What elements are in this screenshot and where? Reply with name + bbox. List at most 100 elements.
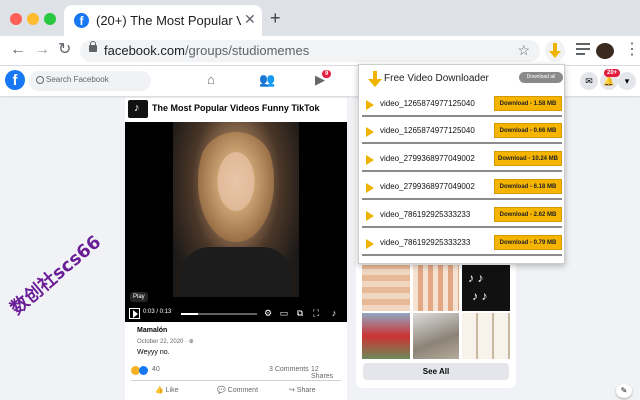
watch-badge: 9 [322,70,332,78]
video-list-item: video_2799368977049002 Download - 6.18 M… [362,176,562,200]
video-filename: video_1265874977125040 [380,126,475,135]
reactions-bar: 40 3 Comments 12 Shares [131,366,341,380]
tab-title: (20+) The Most Popular Videos Funny TikT… [96,13,241,28]
media-queue-icon[interactable] [576,43,590,55]
search-placeholder: Search Facebook [46,75,109,84]
facebook-logo[interactable]: f [5,70,25,90]
media-thumbnail[interactable] [362,265,410,311]
download-arrow-icon [368,71,382,87]
video-filename: video_786192925333233 [380,238,471,247]
media-thumbnail[interactable] [413,313,459,359]
browser-toolbar: ← → ↻ facebook.com/groups/studiomemes ☆ … [0,36,640,66]
home-icon[interactable]: ⌂ [207,72,215,87]
like-label: Like [165,387,179,394]
like-button[interactable]: 👍 Like [155,386,179,394]
browser-tab-strip: f (20+) The Most Popular Videos Funny Ti… [0,0,640,36]
browser-tab[interactable]: f (20+) The Most Popular Videos Funny Ti… [64,5,262,36]
cast-icon[interactable]: ▭ [279,308,289,318]
play-triangle-icon [366,211,374,221]
video-list-item: video_1265874977125040 Download - 1.58 M… [362,93,562,117]
post-date[interactable]: October 22, 2020 · ⊕ [137,338,194,345]
settings-gear-icon[interactable]: ⚙ [263,308,273,318]
video-player[interactable]: Play 0:03 / 0:13 ⚙ ▭ ⧉ ⛶ ♪ [125,122,347,322]
profile-avatar[interactable] [596,43,614,59]
fullscreen-icon[interactable]: ⛶ [311,308,321,318]
media-thumbnail[interactable] [413,265,459,311]
post-author[interactable]: Mamalón [137,327,167,334]
download-all-button[interactable]: Download all [519,72,563,83]
video-list-item: video_786192925333233 Download - 2.62 MB [362,204,562,228]
play-triangle-icon [366,155,374,165]
tiktok-group-icon [128,100,148,118]
friends-icon[interactable]: 👥 [259,72,275,88]
video-list-item: video_2799368977049002 Download - 10.24 … [362,148,562,172]
comments-count[interactable]: 3 Comments [269,366,309,373]
download-button[interactable]: Download - 1.58 MB [494,96,562,111]
play-triangle-icon [366,183,374,193]
download-button[interactable]: Download - 10.24 MB [494,151,562,166]
facebook-search-input[interactable]: Search Facebook [29,71,151,91]
watermark-text: 数创社scs66 [6,231,106,320]
video-filename: video_2799368977049002 [380,182,475,191]
picture-in-picture-icon[interactable]: ⧉ [295,308,305,318]
play-tooltip: Play [130,292,148,302]
new-message-icon[interactable]: ✎ [616,384,632,398]
back-button[interactable]: ← [10,40,26,60]
url-domain: facebook.com [104,43,185,58]
video-subject [198,132,274,242]
video-filename: video_2799368977049002 [380,154,475,163]
media-thumbnail[interactable]: ♪ ♪ ♪ ♪ [462,265,510,311]
post-caption: Weyyy no. [137,349,170,356]
play-button[interactable] [129,308,140,319]
video-filename: video_1265874977125040 [380,99,475,108]
popup-title: Free Video Downloader [384,73,489,84]
messenger-icon[interactable]: ✉ [580,72,598,90]
video-progress-fill [181,313,199,315]
browser-menu-button[interactable]: ⋮ [624,40,640,60]
share-button[interactable]: ↪ Share [289,386,316,394]
video-list-item: video_1265874977125040 Download - 0.66 M… [362,120,562,144]
video-controls: 0:03 / 0:13 ⚙ ▭ ⧉ ⛶ ♪ [125,305,347,322]
play-triangle-icon [366,127,374,137]
video-list-item: video_786192925333233 Download - 0.79 MB [362,232,562,256]
comment-button[interactable]: 💬 Comment [217,386,258,394]
shares-count[interactable]: 12 Shares [311,366,341,380]
minimize-window-button[interactable] [27,13,39,25]
url-text: facebook.com/groups/studiomemes [104,43,309,58]
media-thumbnail[interactable] [362,313,410,359]
download-button[interactable]: Download - 2.62 MB [494,207,562,222]
close-window-button[interactable] [10,13,22,25]
lock-icon [89,41,97,52]
video-time: 0:03 / 0:13 [143,309,172,315]
video-downloader-extension-icon[interactable] [545,40,565,62]
play-triangle-icon [366,239,374,249]
download-button[interactable]: Download - 0.79 MB [494,235,562,250]
share-label: Share [296,387,316,394]
comment-label: Comment [227,387,259,394]
media-thumbnail[interactable] [462,313,510,359]
address-bar[interactable]: facebook.com/groups/studiomemes ☆ [80,40,540,62]
download-button[interactable]: Download - 6.18 MB [494,179,562,194]
search-icon [36,76,44,84]
see-all-button[interactable]: See All [363,363,509,380]
group-title[interactable]: The Most Popular Videos Funny TikTok [152,103,320,113]
post-actions: 👍 Like 💬 Comment ↪ Share [131,380,341,400]
video-progress-bar[interactable] [181,313,257,315]
facebook-favicon-icon: f [74,13,89,28]
forward-button[interactable]: → [34,40,50,60]
account-menu-icon[interactable]: ▾ [618,72,636,90]
video-subject-shirt [180,247,292,297]
reload-button[interactable]: ↻ [58,40,71,60]
new-tab-button[interactable]: + [270,8,281,28]
maximize-window-button[interactable] [44,13,56,25]
reaction-count[interactable]: 40 [152,366,160,373]
volume-icon[interactable]: ♪ [329,308,339,318]
play-triangle-icon [366,100,374,110]
tab-close-button[interactable]: ✕ [244,11,256,28]
url-path: /groups/studiomemes [184,43,310,58]
video-downloader-popup: Free Video Downloader Download all video… [358,64,565,264]
video-filename: video_786192925333233 [380,210,471,219]
bookmark-star-icon[interactable]: ☆ [517,42,530,59]
video-post: The Most Popular Videos Funny TikTok Pla… [125,98,347,400]
download-button[interactable]: Download - 0.66 MB [494,123,562,138]
